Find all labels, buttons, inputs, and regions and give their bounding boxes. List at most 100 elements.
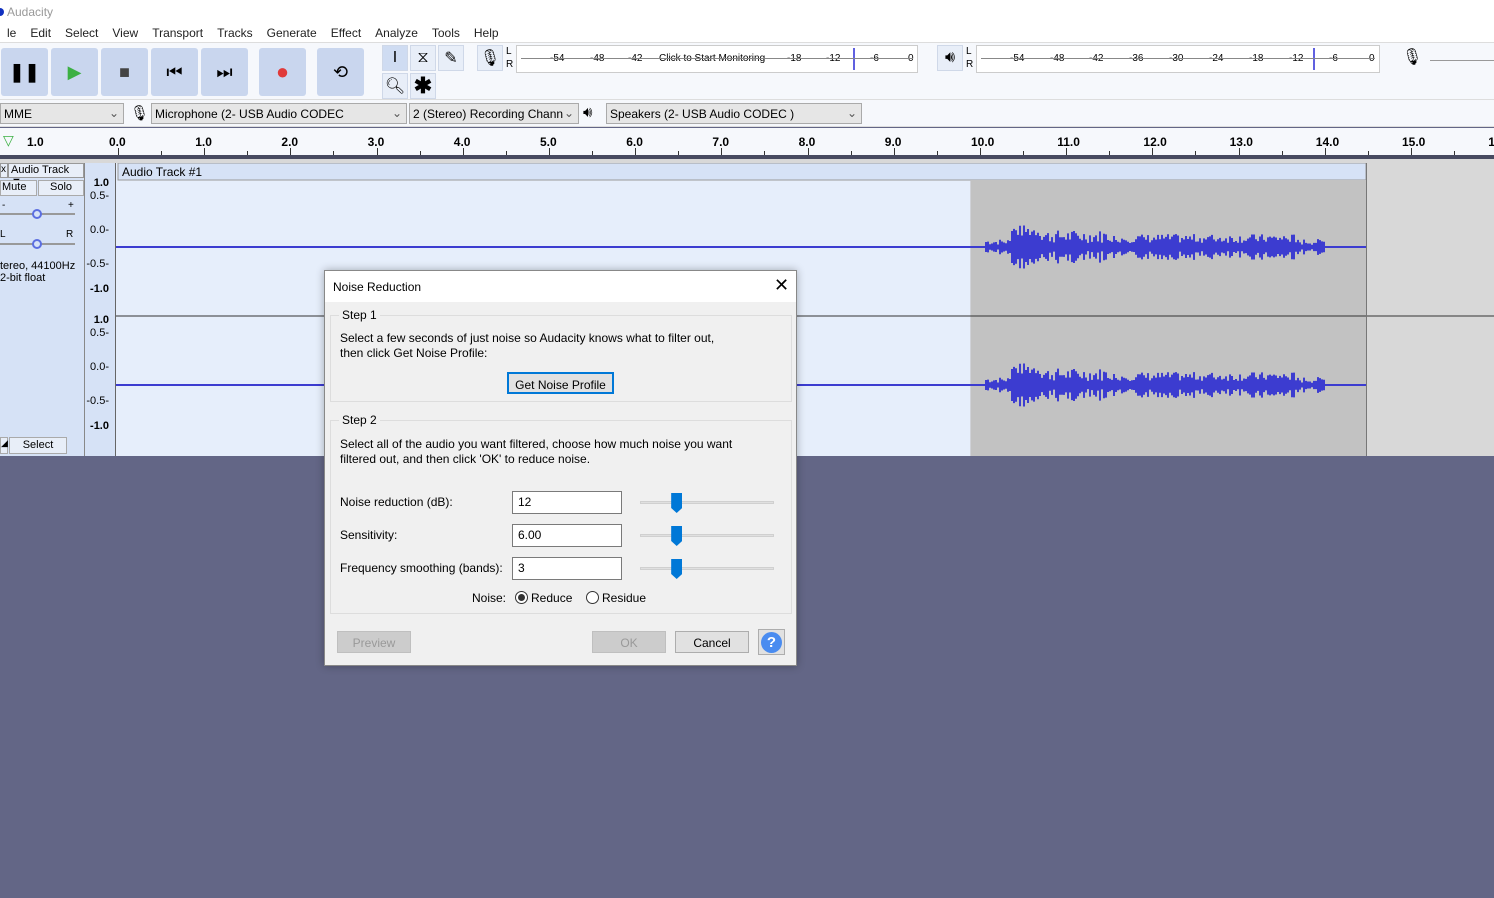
playback-meter[interactable]: -54-48-42-36-30-24-18-12-60 xyxy=(976,45,1380,73)
preview-button[interactable]: Preview xyxy=(337,631,411,653)
skip-start-button[interactable]: ⏮ xyxy=(151,48,198,96)
field-input[interactable]: 12 xyxy=(512,491,622,514)
get-noise-profile-button[interactable]: Get Noise Profile xyxy=(507,372,614,394)
menu-item[interactable]: Analyze xyxy=(368,24,425,42)
window-title: Audacity xyxy=(7,5,54,19)
record-meter[interactable]: Click to Start Monitoring -54-48-42-18-1… xyxy=(516,45,918,73)
field-slider[interactable] xyxy=(640,559,774,579)
microphone-icon: 🎙︎ xyxy=(1402,49,1423,66)
record-button[interactable]: ● xyxy=(259,48,306,96)
reduce-label: Reduce xyxy=(531,591,573,605)
selection-tool[interactable]: I xyxy=(382,45,408,71)
toolbar: ❚❚ ▶ ■ ⏮ ⏭ ● ⟲ I ⧖ ✎ 🔍︎ ✱ 🎙︎ L R Click to… xyxy=(0,42,1494,100)
residue-radio[interactable] xyxy=(586,591,599,604)
menu-item[interactable]: Effect xyxy=(324,24,368,42)
field-slider[interactable] xyxy=(640,493,774,513)
ruler-tick xyxy=(549,148,550,155)
ok-button[interactable]: OK xyxy=(592,631,666,653)
draw-tool[interactable]: ✎ xyxy=(438,45,464,71)
menu-item[interactable]: Edit xyxy=(23,24,58,42)
skip-start-icon: ⏮ xyxy=(166,61,183,82)
pan-slider-thumb[interactable] xyxy=(32,239,42,249)
recording-channels-select[interactable]: 2 (Stereo) Recording Chann ⌄ xyxy=(409,103,579,124)
menu-item[interactable]: Tracks xyxy=(210,24,260,42)
scale-label: -0.5- xyxy=(86,258,109,270)
left-channel-label: L xyxy=(506,46,512,57)
menu-item[interactable]: Tools xyxy=(425,24,467,42)
pencil-icon: ✎ xyxy=(444,50,458,67)
close-track-button[interactable]: x xyxy=(0,163,8,178)
slider-thumb[interactable] xyxy=(671,493,683,513)
field-input[interactable]: 6.00 xyxy=(512,524,622,547)
slider-thumb[interactable] xyxy=(671,559,683,579)
play-meter-button[interactable]: 🔊︎ xyxy=(937,45,963,71)
peak-marker xyxy=(1313,48,1315,70)
scale-label: 1.0 xyxy=(93,177,109,189)
collapse-button[interactable]: ◢ xyxy=(0,437,8,454)
step2-group: Step 2 Select all of the audio you want … xyxy=(330,413,792,614)
waveform-view[interactable]: Audio Track #1 xyxy=(116,163,1494,456)
skip-end-button[interactable]: ⏭ xyxy=(201,48,248,96)
gain-slider-thumb[interactable] xyxy=(32,209,42,219)
speakers-value: Speakers (2- USB Audio CODEC ) xyxy=(610,107,795,121)
cancel-button[interactable]: Cancel xyxy=(675,631,749,653)
host-select[interactable]: MME ⌄ xyxy=(0,103,124,124)
reduce-radio[interactable] xyxy=(515,591,528,604)
ruler-tick xyxy=(1324,148,1326,155)
gain-slider[interactable] xyxy=(0,209,75,219)
step1-instruction-2: then click Get Noise Profile: xyxy=(340,346,488,360)
clip-name: Audio Track #1 xyxy=(122,165,202,179)
ruler-tick xyxy=(204,148,206,155)
field-slider[interactable] xyxy=(640,526,774,546)
dialog-title: Noise Reduction xyxy=(333,280,422,294)
record-icon: ● xyxy=(275,59,290,84)
gain-plus-label: + xyxy=(68,200,74,211)
record-meter-button[interactable]: 🎙︎ xyxy=(477,45,503,71)
recording-device-select[interactable]: Microphone (2- USB Audio CODEC ⌄ xyxy=(151,103,407,124)
pause-button[interactable]: ❚❚ xyxy=(1,48,48,96)
slider-thumb[interactable] xyxy=(671,526,683,546)
menu-item[interactable]: Select xyxy=(58,24,105,42)
ruler-tick xyxy=(290,148,292,155)
asterisk-icon: ✱ xyxy=(413,73,433,98)
pan-slider[interactable] xyxy=(0,239,75,249)
right-channel-label: R xyxy=(966,59,974,70)
envelope-icon: ⧖ xyxy=(417,49,429,66)
menu-item[interactable]: View xyxy=(105,24,145,42)
help-button[interactable]: ? xyxy=(758,629,785,655)
clip-header[interactable] xyxy=(117,163,1367,181)
menu-item[interactable]: le xyxy=(0,24,23,42)
pause-icon: ❚❚ xyxy=(9,61,40,82)
loop-button[interactable]: ⟲ xyxy=(317,48,364,96)
multi-tool[interactable]: ✱ xyxy=(410,73,436,99)
timeline-ruler[interactable]: ▽ 1.0 0.0 1.0 2.0 3.0 4.0 5.0 6.0 7.0 8.0 9.0 10.0… xyxy=(0,128,1494,156)
vertical-scale: 1.0 0.5- 0.0- -0.5- -1.0 1.0 0.5- 0.0- -0.5- -1.0 xyxy=(85,163,116,456)
zoom-tool[interactable]: 🔍︎ xyxy=(382,73,408,99)
field-label: Frequency smoothing (bands): xyxy=(340,561,503,575)
ruler-tick xyxy=(893,148,895,155)
menu-bar: le Edit Select View Transport Tracks Generate E… xyxy=(0,24,1494,42)
ruler-tick-label: 2.0 xyxy=(281,135,299,149)
record-volume-slider[interactable] xyxy=(1430,55,1494,61)
step2-instruction: Select all of the audio you want filtere… xyxy=(340,437,733,451)
playback-device-select[interactable]: Speakers (2- USB Audio CODEC ) ⌄ xyxy=(606,103,862,124)
stop-button[interactable]: ■ xyxy=(101,48,148,96)
field-input[interactable]: 3 xyxy=(512,557,622,580)
device-toolbar: MME ⌄ 🎙︎ Microphone (2- USB Audio CODEC ⌄ … xyxy=(0,100,1494,127)
play-button[interactable]: ▶ xyxy=(51,48,98,96)
solo-button[interactable]: Solo xyxy=(38,180,84,196)
envelope-tool[interactable]: ⧖ xyxy=(410,45,436,71)
ruler-tick-label: 15.0 xyxy=(1402,135,1426,149)
ruler-tick xyxy=(807,148,809,155)
track-menu-button[interactable]: Audio Track ▼ xyxy=(8,163,84,188)
select-track-button[interactable]: Select xyxy=(9,437,67,454)
ruler-tick xyxy=(1152,148,1154,155)
close-icon[interactable]: ✕ xyxy=(774,275,789,296)
menu-item[interactable]: Help xyxy=(467,24,506,42)
ruler-tick-label: 8.0 xyxy=(798,135,816,149)
mute-button[interactable]: Mute xyxy=(0,180,37,196)
menu-item[interactable]: Generate xyxy=(260,24,324,42)
skip-end-icon: ⏭ xyxy=(216,61,233,82)
track-bit-depth-info: 2-bit float xyxy=(0,272,46,284)
menu-item[interactable]: Transport xyxy=(145,24,210,42)
